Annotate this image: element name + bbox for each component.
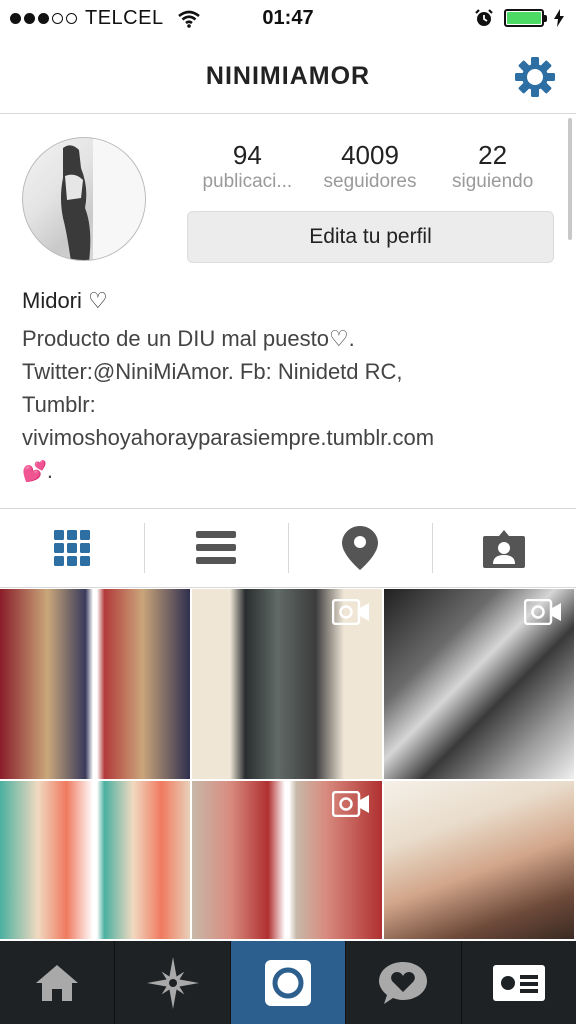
photo-grid bbox=[0, 589, 576, 941]
following-label: siguiendo bbox=[451, 171, 534, 192]
bottom-nav bbox=[0, 941, 576, 1024]
avatar-photo bbox=[61, 138, 145, 260]
list-icon bbox=[196, 531, 236, 564]
two-hearts-emoji: 💕 bbox=[22, 461, 47, 483]
bio-line: Producto de un DIU mal puesto♡. bbox=[22, 326, 355, 351]
camera-icon bbox=[265, 959, 312, 1006]
photo-thumbnail[interactable] bbox=[0, 589, 192, 781]
photo-thumbnail[interactable] bbox=[384, 589, 576, 781]
nav-activity[interactable] bbox=[345, 941, 460, 1024]
photo-thumbnail[interactable] bbox=[0, 781, 192, 941]
nav-camera[interactable] bbox=[229, 941, 346, 1024]
alarm-clock-icon bbox=[475, 9, 493, 26]
scrollbar[interactable] bbox=[568, 118, 572, 240]
photo-thumbnail[interactable] bbox=[192, 781, 384, 941]
profile-view-tabs bbox=[0, 508, 576, 588]
charging-bolt-icon bbox=[554, 9, 564, 27]
edit-profile-button[interactable]: Edita tu perfil bbox=[187, 211, 554, 263]
stat-posts[interactable]: 94 publicaci... bbox=[187, 140, 307, 193]
grid-icon bbox=[54, 530, 90, 566]
bio-line: Tumblr: bbox=[22, 392, 96, 417]
profile-card-icon bbox=[492, 964, 545, 1001]
bio-line-last: 💕. bbox=[22, 454, 562, 489]
location-pin-icon bbox=[342, 526, 378, 570]
profile-name: Midori ♡ bbox=[22, 288, 108, 313]
followers-count: 4009 bbox=[341, 140, 399, 170]
tab-map[interactable] bbox=[288, 509, 432, 587]
status-right bbox=[474, 8, 564, 28]
photo-thumbnail[interactable] bbox=[192, 589, 384, 781]
bio-link[interactable]: vivimoshoyahorayparasiempre.tumblr.com bbox=[22, 421, 562, 454]
status-bar: TELCEL 01:47 bbox=[0, 0, 576, 38]
bio-period: . bbox=[46, 458, 54, 483]
nav-explore[interactable] bbox=[114, 941, 229, 1024]
avatar[interactable] bbox=[22, 137, 146, 261]
profile-stats: 94 publicaci... 4009 seguidores 22 sigui… bbox=[186, 140, 554, 193]
bio-line: Twitter:@NiniMiAmor. Fb: Ninidetd RC, bbox=[22, 359, 403, 384]
app-header: NINIMIAMOR bbox=[0, 38, 576, 114]
profile-bio: Producto de un DIU mal puesto♡. Twitter:… bbox=[22, 322, 562, 489]
tagged-person-icon bbox=[483, 530, 525, 568]
video-camera-icon bbox=[524, 599, 561, 625]
posts-label: publicaci... bbox=[202, 171, 293, 192]
nav-home[interactable] bbox=[0, 941, 114, 1024]
tab-tagged[interactable] bbox=[432, 509, 576, 587]
tab-grid[interactable] bbox=[0, 509, 144, 587]
home-icon bbox=[36, 964, 79, 1001]
profile-username-title: NINIMIAMOR bbox=[205, 62, 371, 90]
video-camera-icon bbox=[332, 599, 369, 625]
following-count: 22 bbox=[478, 140, 508, 170]
stat-following[interactable]: 22 siguiendo bbox=[433, 140, 553, 193]
gear-icon[interactable] bbox=[514, 56, 556, 98]
nav-profile[interactable] bbox=[460, 941, 576, 1024]
followers-label: seguidores bbox=[323, 171, 417, 192]
tab-list[interactable] bbox=[144, 509, 288, 587]
photo-thumbnail[interactable] bbox=[384, 781, 576, 941]
battery-icon bbox=[504, 9, 547, 27]
stat-followers[interactable]: 4009 seguidores bbox=[310, 140, 430, 193]
activity-heart-icon bbox=[379, 961, 428, 1004]
battery-level bbox=[507, 12, 541, 24]
video-camera-icon bbox=[332, 791, 369, 817]
explore-star-icon bbox=[146, 956, 199, 1009]
posts-count: 94 bbox=[232, 140, 262, 170]
